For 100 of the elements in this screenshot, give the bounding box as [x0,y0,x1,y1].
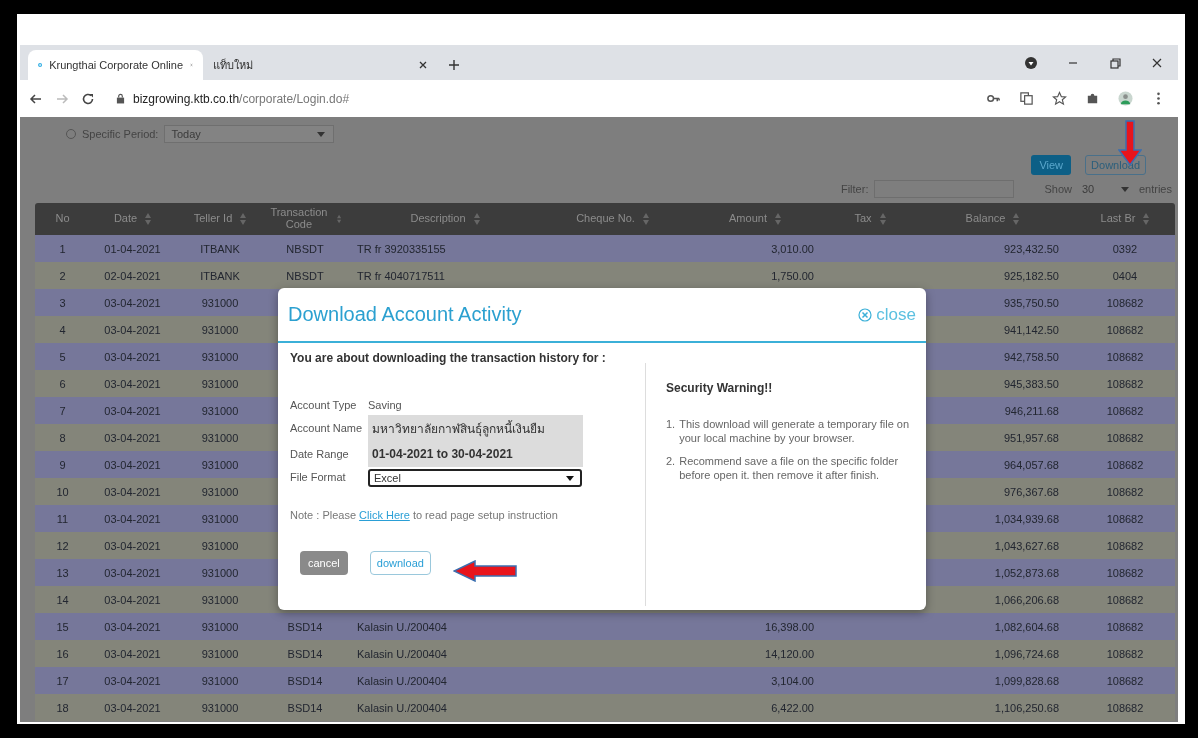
sort-icon [1013,213,1020,225]
table-cell: 16 [56,647,69,660]
click-here-link[interactable]: Click Here [359,509,410,521]
table-cell: 03-04-2021 [104,404,161,417]
column-header[interactable]: Teller Id [175,203,265,235]
table-cell: 3,010.00 [771,242,814,255]
table-cell: 931000 [201,539,239,552]
table-cell: 03-04-2021 [104,350,161,363]
table-cell: 931000 [201,485,239,498]
cancel-button[interactable]: cancel [300,551,348,575]
table-cell: 108682 [1106,350,1144,363]
entries-label: entries [1138,183,1172,195]
table-cell: 13 [56,566,69,579]
column-header[interactable]: Tax [830,203,910,235]
column-header[interactable]: Description [345,203,545,235]
column-header[interactable]: Date [90,203,175,235]
table-cell: 7 [59,404,66,417]
sort-icon [336,213,341,225]
profile-icon[interactable] [1024,56,1038,70]
table-cell: 03-04-2021 [104,647,161,660]
period-select[interactable]: Today [164,125,335,143]
table-cell: 931000 [201,674,239,687]
warning-title: Security Warning!! [666,381,774,395]
table-cell: BSD14 [287,674,323,687]
table-cell: 108682 [1106,431,1144,444]
table-cell: BSD14 [287,701,323,714]
table-cell: 03-04-2021 [104,674,161,687]
url-text: bizgrowing.ktb.co.th/corporate/Login.do# [133,91,350,106]
table-cell: 11 [56,512,69,525]
star-icon[interactable] [1052,91,1067,106]
table-cell: 2 [59,269,66,282]
table-cell: 0404 [1112,269,1138,282]
caret-icon [1120,186,1129,192]
column-header[interactable]: Last Br [1075,203,1175,235]
table-cell: 03-04-2021 [104,296,161,309]
table-cell: 931000 [201,323,239,336]
table-cell: 1,096,724.68 [994,647,1059,660]
table-cell: 14,120.00 [765,647,814,660]
table-cell: 4 [59,323,66,336]
table-cell: 03-04-2021 [104,431,161,444]
column-header[interactable]: Amount [680,203,830,235]
table-cell: 03-04-2021 [104,701,161,714]
table-cell: 931000 [201,593,239,606]
new-tab-icon[interactable] [448,59,460,71]
close-link[interactable]: close [858,304,916,325]
filter-label: Filter: [840,183,869,195]
table-cell: NBSDT [286,269,324,282]
view-button[interactable]: View [1031,155,1072,175]
address-field[interactable]: bizgrowing.ktb.co.th/corporate/Login.do# [106,84,972,113]
table-cell: 1,043,627.68 [994,539,1059,552]
table-cell: 108682 [1106,485,1144,498]
pointer-arrow [453,560,517,582]
table-cell: 1,750.00 [771,269,814,282]
field-label: Date Range [290,448,350,460]
table-cell: 931000 [201,404,239,417]
sort-icon [145,213,152,225]
table-cell: 935,750.50 [1003,296,1059,309]
table-cell: 945,383.50 [1003,377,1059,390]
avatar-icon[interactable] [1118,91,1133,106]
browser-tab[interactable]: Krungthai Corporate Online [28,50,203,80]
download-button[interactable]: Download [1085,155,1146,175]
table-cell: 108682 [1106,674,1144,687]
column-header[interactable]: Transaction Code [265,203,345,235]
format-select[interactable]: Excel [368,469,582,487]
caret-icon [566,475,574,481]
table-cell: 14 [56,593,69,606]
table-cell: 108682 [1106,647,1144,660]
table-cell: 3,104.00 [771,674,814,687]
table-cell: 108682 [1106,296,1144,309]
table-cell: ITBANK [200,269,240,282]
table-cell: TR fr 4040717511 [357,269,445,282]
table-cell: 108682 [1106,566,1144,579]
sort-icon [642,213,649,225]
column-header[interactable]: Cheque No. [545,203,680,235]
table-cell: 931000 [201,620,239,633]
list-number: 2. [666,453,676,469]
table-cell: 108682 [1106,404,1144,417]
warning-text: Recommend save a file on the specific folder before open it. then remove it after finish. [679,453,900,483]
table-cell: 03-04-2021 [104,377,161,390]
entries-select[interactable]: 30 [1077,180,1133,198]
table-cell: 1,034,939.68 [994,512,1059,525]
table-cell: 1,082,604.68 [994,620,1059,633]
table-cell: 108682 [1106,620,1144,633]
table-cell: 03-04-2021 [104,566,161,579]
translate-icon[interactable] [1019,91,1034,106]
column-header[interactable]: Balance [910,203,1075,235]
table-cell: 931000 [201,647,239,660]
browser-tab[interactable]: แท็บใหม่ [203,50,438,80]
table-cell: 6,422.00 [771,701,814,714]
table-cell: 942,758.50 [1003,350,1059,363]
restore-icon[interactable] [1108,56,1122,70]
field-value: 01-04-2021 to 30-04-2021 [368,441,583,467]
field-label: File Format [290,471,347,483]
table-cell: 1 [59,242,66,255]
field-label: Account Type [290,399,358,411]
table-cell: 931000 [201,701,239,714]
download-button[interactable]: download [369,551,431,575]
note-text: Note : Please Click Here to read page setup instruction [290,509,559,521]
table-cell: 108682 [1106,701,1144,714]
warning-text: This download will generate a temporary file on your local machine by your browser. [679,417,911,446]
